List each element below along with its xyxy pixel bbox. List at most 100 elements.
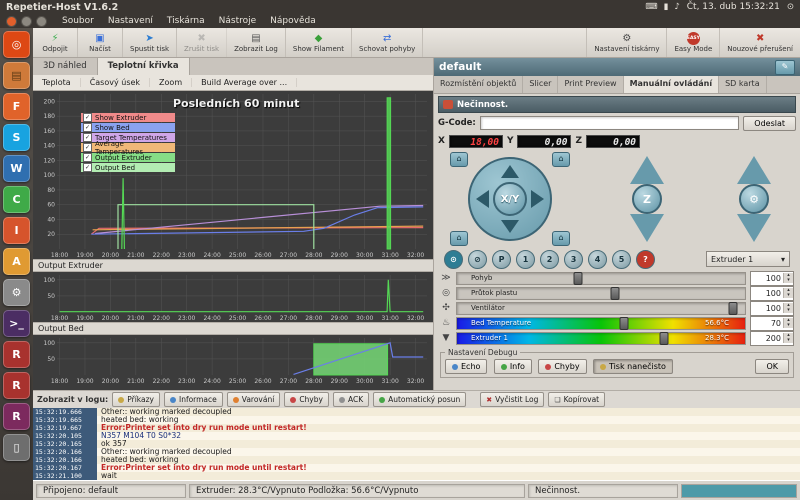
preview-tab[interactable]: Teplotní křivka (98, 58, 190, 75)
launcher-icon[interactable]: A (3, 248, 30, 275)
toolbar-button[interactable]: ⚡ Odpojit (33, 28, 78, 57)
debug-toggle-button[interactable]: Info (494, 359, 532, 374)
launcher-icon[interactable]: S (3, 124, 30, 151)
preview-tab[interactable]: 3D náhled (33, 58, 98, 75)
control-round-button[interactable]: ⊙ (444, 250, 463, 269)
toolbar-button[interactable]: ◆ Show Filament (286, 28, 352, 57)
home-z-button[interactable]: ⌂ (450, 231, 468, 246)
slider-track[interactable]: Extruder 1 28.3°C (456, 332, 746, 345)
extruder-select[interactable]: Extruder 1 ▾ (706, 251, 790, 267)
launcher-icon[interactable]: ▯ (3, 434, 30, 461)
z-minus-button[interactable] (630, 214, 664, 242)
x-minus-button[interactable] (476, 190, 489, 208)
menu-item[interactable]: Nastavení (108, 16, 153, 26)
launcher-icon[interactable]: ▤ (3, 62, 30, 89)
graph-menu-item[interactable]: Teplota (33, 78, 81, 87)
debug-toggle-button[interactable]: Tisk nanečisto (593, 359, 673, 374)
slider-spinbox[interactable]: 100 ▴ ▾ (750, 271, 794, 286)
x-plus-button[interactable] (531, 190, 544, 208)
log-filter-toggle[interactable]: Automatický posun (373, 392, 466, 407)
legend-item[interactable]: ✓ Output Bed (81, 163, 175, 172)
launcher-icon[interactable]: F (3, 93, 30, 120)
spin-arrows[interactable]: ▴ ▾ (783, 333, 793, 343)
clock[interactable]: Čt, 13. dub 15:32:21 (687, 2, 780, 12)
toolbar-button[interactable]: ✖ Zrušit tisk (177, 28, 227, 57)
z-plus-button[interactable] (630, 156, 664, 184)
slider-thumb[interactable] (729, 302, 738, 315)
slider-spinbox[interactable]: 100 ▴ ▾ (750, 286, 794, 301)
spin-down-icon[interactable]: ▾ (784, 308, 793, 313)
slider-thumb[interactable] (660, 332, 669, 345)
launcher-icon[interactable]: W (3, 155, 30, 182)
maximize-button[interactable] (36, 16, 47, 27)
launcher-icon[interactable]: >_ (3, 310, 30, 337)
tray-icon[interactable]: ⌨ (645, 0, 657, 14)
control-round-button[interactable]: ⊘ (468, 250, 487, 269)
legend-item[interactable]: ✓ Show Bed (81, 123, 175, 132)
slider-track[interactable]: Pohyb (456, 272, 746, 285)
menu-item[interactable]: Tiskárna (167, 16, 205, 26)
legend-checkbox[interactable]: ✓ (83, 153, 92, 162)
slider-track[interactable]: Průtok plastu (456, 287, 746, 300)
launcher-icon[interactable]: R (3, 372, 30, 399)
launcher-icon[interactable]: I (3, 217, 30, 244)
control-round-button[interactable]: P (492, 250, 511, 269)
graph-menu-item[interactable]: Zoom (150, 78, 192, 87)
graph-menu-item[interactable]: Časový úsek (81, 78, 150, 87)
log-filter-toggle[interactable]: Varování (227, 392, 281, 407)
launcher-icon[interactable]: ◎ (3, 31, 30, 58)
home-x-button[interactable]: ⌂ (450, 152, 468, 167)
log-filter-toggle[interactable]: Chyby (284, 392, 329, 407)
gcode-input[interactable] (480, 116, 739, 130)
log-action-button[interactable]: ✖ Vyčistit Log (480, 392, 544, 407)
launcher-icon[interactable]: R (3, 403, 30, 430)
slider-spinbox[interactable]: 200 ▴ ▾ (750, 331, 794, 346)
log-filter-toggle[interactable]: Příkazy (112, 392, 160, 407)
legend-checkbox[interactable]: ✓ (83, 133, 92, 142)
legend-item[interactable]: ✓ Show Extruder (81, 113, 175, 122)
slider-thumb[interactable] (611, 287, 620, 300)
toolbar-button[interactable]: ▤ Zobrazit Log (227, 28, 286, 57)
session-menu-icon[interactable]: ⊙ (787, 0, 794, 14)
control-tab[interactable]: Print Preview (558, 76, 623, 93)
control-round-button[interactable]: 2 (540, 250, 559, 269)
log-filter-toggle[interactable]: Informace (164, 392, 223, 407)
spin-arrows[interactable]: ▴ ▾ (783, 273, 793, 283)
legend-checkbox[interactable]: ✓ (83, 113, 92, 122)
control-round-button[interactable]: ? (636, 250, 655, 269)
edit-preset-button[interactable]: ✎ (775, 60, 795, 75)
minimize-button[interactable] (21, 16, 32, 27)
launcher-icon[interactable]: ⚙ (3, 279, 30, 306)
control-tab[interactable]: SD karta (719, 76, 767, 93)
spin-down-icon[interactable]: ▾ (784, 293, 793, 298)
spin-down-icon[interactable]: ▾ (784, 278, 793, 283)
graph-menu-item[interactable]: Build Average over ... (192, 78, 297, 87)
spin-down-icon[interactable]: ▾ (784, 323, 793, 328)
slider-thumb[interactable] (620, 317, 629, 330)
menu-item[interactable]: Soubor (62, 16, 94, 26)
log-filter-toggle[interactable]: ACK (333, 392, 369, 407)
slider-track[interactable]: Ventilátor (456, 302, 746, 315)
home-all-button[interactable]: ⌂ (552, 231, 570, 246)
control-tab[interactable]: Manuální ovládání (624, 76, 720, 93)
debug-toggle-button[interactable]: Chyby (538, 359, 586, 374)
toolbar-button[interactable]: ➤ Spustit tisk (123, 28, 177, 57)
control-round-button[interactable]: 4 (588, 250, 607, 269)
control-tab[interactable]: Rozmístění objektů (434, 76, 523, 93)
debug-ok-button[interactable]: OK (755, 359, 789, 374)
menu-item[interactable]: Nástroje (219, 16, 257, 26)
extrude-button[interactable] (737, 214, 771, 242)
launcher-icon[interactable]: C (3, 186, 30, 213)
spin-arrows[interactable]: ▴ ▾ (783, 303, 793, 313)
log-action-button[interactable]: ❏ Kopírovat (548, 392, 605, 407)
control-round-button[interactable]: 1 (516, 250, 535, 269)
toolbar-button[interactable]: ▣ Načíst (78, 28, 123, 57)
slider-spinbox[interactable]: 100 ▴ ▾ (750, 301, 794, 316)
toolbar-button[interactable]: ⇄ Schovat pohyby (352, 28, 423, 57)
log-output[interactable]: 15:32:19.666 Other:: working marked deco… (33, 408, 800, 480)
y-plus-button[interactable] (501, 165, 519, 178)
legend-checkbox[interactable]: ✓ (83, 123, 92, 132)
toolbar-button[interactable]: ⚙ Nastavení tiskárny (586, 28, 666, 57)
y-minus-button[interactable] (501, 220, 519, 233)
debug-toggle-button[interactable]: Echo (445, 359, 487, 374)
